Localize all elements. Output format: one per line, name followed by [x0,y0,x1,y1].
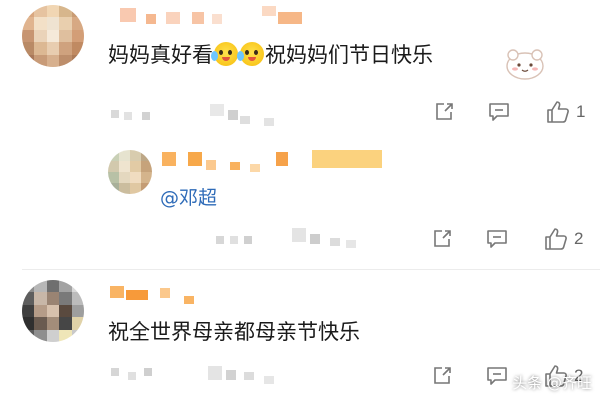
bear-sticker-icon [506,49,544,80]
crying-face-emoji-icon [211,42,238,66]
username-mosaic[interactable] [162,152,176,166]
username-mosaic [188,152,202,166]
timestamp-mosaic [264,118,274,126]
thumbs-up-icon[interactable] [544,227,568,251]
comment-text-before: 妈妈真好看 [108,43,213,67]
timestamp-mosaic [230,236,238,244]
username-mosaic [276,152,288,166]
commenter-avatar[interactable] [108,150,152,194]
timestamp-mosaic [330,238,340,246]
timestamp-mosaic [111,368,119,376]
comment-actions: 2 [432,227,583,251]
timestamp-mosaic [142,112,150,120]
timestamp-mosaic [208,366,222,380]
like-count: 2 [574,229,584,248]
timestamp-mosaic [228,110,238,120]
comment-actions: 1 [434,100,585,124]
username-mosaic [160,288,170,298]
share-icon[interactable] [432,366,452,386]
timestamp-mosaic [292,228,306,242]
mention-link[interactable]: @邓超 [160,183,217,210]
commenter-avatar[interactable] [22,280,84,342]
username-mosaic [230,162,240,170]
comment-text-after: 祝妈妈们节日快乐 [265,43,433,67]
timestamp-mosaic [310,234,320,244]
commenter-avatar[interactable] [22,5,84,67]
timestamp-mosaic [210,104,224,116]
comment-divider [22,269,600,270]
username-mosaic[interactable] [110,286,124,298]
username-mosaic [146,14,156,24]
timestamp-mosaic [244,372,254,380]
timestamp-mosaic [128,372,136,380]
timestamp-mosaic [226,370,236,380]
share-icon[interactable] [432,229,452,249]
comment-text: 祝全世界母亲都母亲节快乐 [108,320,360,344]
timestamp-mosaic [124,112,132,120]
reply-icon[interactable] [486,366,508,386]
username-mosaic [206,160,216,170]
comment-text: 妈妈真好看 祝妈妈们节日快乐 [108,41,433,69]
username-mosaic [250,164,260,172]
timestamp-mosaic [264,376,274,384]
username-mosaic[interactable] [120,8,136,22]
share-icon[interactable] [434,102,454,122]
username-mosaic [312,150,382,168]
watermark: 头条 @齐旺 [512,374,592,392]
timestamp-mosaic [346,240,356,248]
crying-face-emoji-icon [237,42,264,66]
username-mosaic [192,12,204,24]
username-mosaic [278,12,302,24]
username-mosaic [166,12,180,24]
username-mosaic [126,290,148,300]
timestamp-mosaic [244,236,252,244]
username-mosaic [212,14,222,24]
timestamp-mosaic [111,110,119,118]
timestamp-mosaic [216,236,224,244]
username-mosaic [184,296,194,304]
timestamp-mosaic [240,116,250,124]
username-mosaic [262,6,276,16]
reply-icon[interactable] [488,102,510,122]
reply-icon[interactable] [486,229,508,249]
like-count: 1 [576,102,586,121]
timestamp-mosaic [144,368,152,376]
thumbs-up-icon[interactable] [546,100,570,124]
